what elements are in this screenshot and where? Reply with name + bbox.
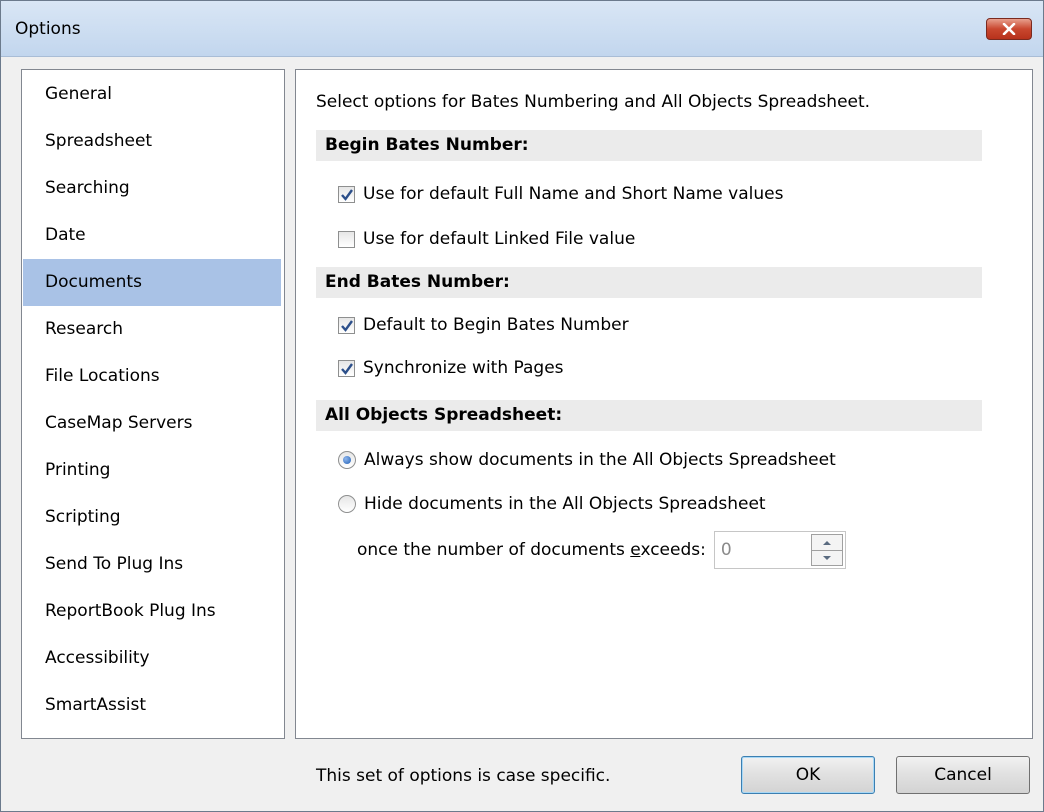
section-begin-bates: Begin Bates Number: <box>316 130 982 161</box>
sidebar-item-scripting[interactable]: Scripting <box>23 494 281 541</box>
hide-docs-label: Hide documents in the All Objects Spread… <box>364 494 766 514</box>
exceeds-label: once the number of documents exceeds: <box>357 540 706 560</box>
sidebar-item-casemap-servers[interactable]: CaseMap Servers <box>23 400 281 447</box>
ok-button[interactable]: OK <box>741 756 875 794</box>
hide-docs-radio-row[interactable]: Hide documents in the All Objects Spread… <box>338 492 766 516</box>
panel-description: Select options for Bates Numbering and A… <box>316 92 871 112</box>
exceeds-spinner <box>810 534 843 566</box>
sync-pages-checkbox-row[interactable]: Synchronize with Pages <box>338 356 564 380</box>
linked-file-label: Use for default Linked File value <box>363 229 636 249</box>
sync-pages-checkbox[interactable] <box>338 359 355 377</box>
checkmark-icon <box>341 188 353 201</box>
sidebar-item-reportbook-plug-ins[interactable]: ReportBook Plug Ins <box>23 588 281 635</box>
full-short-name-label: Use for default Full Name and Short Name… <box>363 184 784 204</box>
close-icon <box>1002 23 1016 35</box>
linked-file-checkbox-row[interactable]: Use for default Linked File value <box>338 227 635 251</box>
default-begin-label: Default to Begin Bates Number <box>363 315 629 335</box>
sidebar-item-printing[interactable]: Printing <box>23 447 281 494</box>
title-bar[interactable]: Options <box>1 1 1043 57</box>
category-list: General Spreadsheet Searching Date Docum… <box>21 69 285 739</box>
sync-pages-label: Synchronize with Pages <box>363 358 564 378</box>
section-all-objects: All Objects Spreadsheet: <box>316 400 982 431</box>
linked-file-checkbox[interactable] <box>338 230 355 248</box>
full-short-name-checkbox-row[interactable]: Use for default Full Name and Short Name… <box>338 182 783 206</box>
exceeds-row: once the number of documents exceeds: 0 <box>357 531 846 569</box>
exceeds-count-input[interactable]: 0 <box>713 531 846 569</box>
exceeds-label-pre: once the number of documents <box>357 540 631 560</box>
default-begin-checkbox[interactable] <box>338 316 355 334</box>
sidebar-item-date[interactable]: Date <box>23 212 281 259</box>
checkmark-icon <box>341 319 353 332</box>
spin-down-button[interactable] <box>811 550 842 565</box>
cancel-button[interactable]: Cancel <box>896 756 1030 794</box>
arrow-up-icon <box>822 540 831 545</box>
sidebar-item-research[interactable]: Research <box>23 306 281 353</box>
sidebar-item-send-to-plug-ins[interactable]: Send To Plug Ins <box>23 541 281 588</box>
sidebar-item-searching[interactable]: Searching <box>23 165 281 212</box>
section-end-bates: End Bates Number: <box>316 267 982 298</box>
exceeds-count-value: 0 <box>720 540 732 560</box>
always-show-radio-row[interactable]: Always show documents in the All Objects… <box>338 448 836 472</box>
default-begin-checkbox-row[interactable]: Default to Begin Bates Number <box>338 313 629 337</box>
options-panel: Select options for Bates Numbering and A… <box>295 69 1033 739</box>
close-button[interactable] <box>986 18 1032 40</box>
always-show-label: Always show documents in the All Objects… <box>364 450 836 470</box>
hide-docs-radio[interactable] <box>338 495 356 513</box>
window-title: Options <box>15 19 81 39</box>
case-specific-note: This set of options is case specific. <box>316 766 611 786</box>
checkmark-icon <box>341 362 353 375</box>
sidebar-item-documents[interactable]: Documents <box>23 259 281 306</box>
options-dialog: Options General Spreadsheet Searching Da… <box>0 0 1044 812</box>
exceeds-label-post: xceeds: <box>640 540 706 560</box>
sidebar-item-accessibility[interactable]: Accessibility <box>23 635 281 682</box>
spin-up-button[interactable] <box>812 535 842 550</box>
full-short-name-checkbox[interactable] <box>338 185 355 203</box>
always-show-radio[interactable] <box>338 451 356 469</box>
arrow-down-icon <box>822 556 831 560</box>
sidebar-item-general[interactable]: General <box>23 71 281 118</box>
radio-dot-icon <box>343 456 351 464</box>
sidebar-item-smartassist[interactable]: SmartAssist <box>23 682 281 729</box>
sidebar-item-spreadsheet[interactable]: Spreadsheet <box>23 118 281 165</box>
exceeds-label-accel: e <box>630 540 641 560</box>
sidebar-item-file-locations[interactable]: File Locations <box>23 353 281 400</box>
